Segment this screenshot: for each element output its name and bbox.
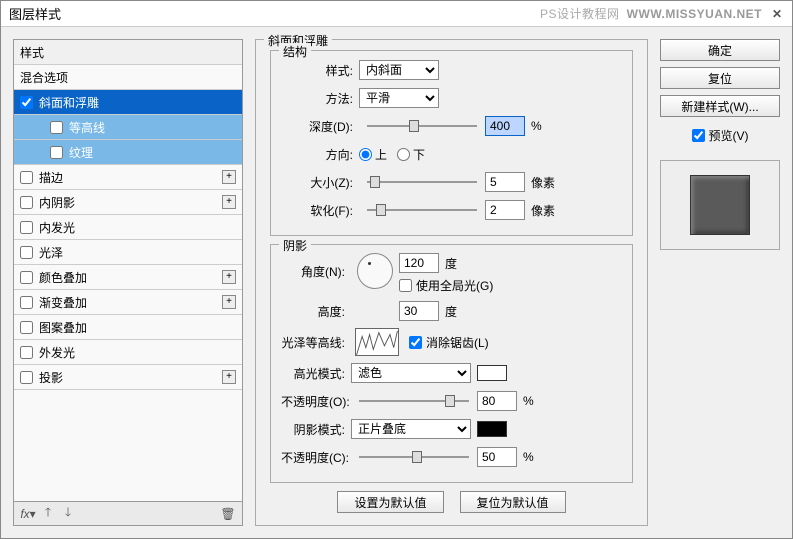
angle-dial[interactable] (357, 253, 393, 289)
row-outer-glow[interactable]: 外发光 (14, 340, 242, 365)
row-texture[interactable]: 纹理 (14, 140, 242, 165)
preview-swatch (690, 175, 750, 235)
check-outer-glow[interactable] (20, 346, 33, 359)
left-panel: 样式 混合选项 斜面和浮雕 等高线 纹理 (13, 39, 243, 526)
middle-panel: 斜面和浮雕 结构 样式: 内斜面 方法: 平滑 (255, 39, 648, 526)
bevel-fieldset: 斜面和浮雕 结构 样式: 内斜面 方法: 平滑 (255, 39, 648, 526)
watermark: PS设计教程网 WWW.MISSYUAN.NET (540, 5, 762, 22)
titlebar: 图层样式 PS设计教程网 WWW.MISSYUAN.NET ✕ (1, 1, 792, 27)
fx-menu-icon[interactable]: fx▾ (20, 506, 36, 522)
preview-box (660, 160, 780, 250)
highlight-mode-select[interactable]: 滤色 (351, 363, 471, 383)
altitude-label: 高度: (281, 303, 351, 320)
row-contour[interactable]: 等高线 (14, 115, 242, 140)
highlight-mode-label: 高光模式: (281, 365, 351, 382)
check-texture[interactable] (50, 146, 63, 159)
style-select[interactable]: 内斜面 (359, 60, 439, 80)
shading-group: 阴影 角度(N): 度 使用全局光(G) (270, 244, 633, 483)
highlight-opacity-input[interactable] (477, 391, 517, 411)
shading-legend: 阴影 (279, 237, 311, 254)
style-list: 样式 混合选项 斜面和浮雕 等高线 纹理 (13, 39, 243, 502)
row-stroke[interactable]: 描边 + (14, 165, 242, 190)
shadow-opacity-label: 不透明度(C): (281, 449, 351, 466)
move-up-icon[interactable]: 🡑 (40, 506, 56, 522)
gloss-contour-picker[interactable] (355, 328, 399, 356)
add-stroke-icon[interactable]: + (222, 170, 236, 184)
layer-style-dialog: 图层样式 PS设计教程网 WWW.MISSYUAN.NET ✕ 样式 混合选项 … (0, 0, 793, 539)
defaults-row: 设置为默认值 复位为默认值 (270, 491, 633, 513)
check-drop-shadow[interactable] (20, 371, 33, 384)
row-gradient-overlay[interactable]: 渐变叠加 + (14, 290, 242, 315)
size-slider[interactable] (367, 174, 477, 190)
window-title: 图层样式 (9, 4, 61, 23)
angle-input[interactable] (399, 253, 439, 273)
styles-header[interactable]: 样式 (14, 40, 242, 65)
structure-legend: 结构 (279, 43, 311, 60)
shadow-mode-label: 阴影模式: (281, 421, 351, 438)
highlight-opacity-label: 不透明度(O): (281, 393, 351, 410)
blend-options-row[interactable]: 混合选项 (14, 65, 242, 90)
shadow-opacity-slider[interactable] (359, 449, 469, 465)
style-list-footer: fx▾ 🡑 🡓 🗑 (13, 502, 243, 526)
shadow-mode-select[interactable]: 正片叠底 (351, 419, 471, 439)
dir-up-radio[interactable]: 上 (359, 146, 387, 163)
technique-select[interactable]: 平滑 (359, 88, 439, 108)
angle-label: 角度(N): (281, 253, 351, 280)
move-down-icon[interactable]: 🡓 (60, 506, 76, 522)
highlight-color-swatch[interactable] (477, 365, 507, 381)
check-satin[interactable] (20, 246, 33, 259)
close-icon[interactable]: ✕ (770, 7, 784, 21)
shadow-color-swatch[interactable] (477, 421, 507, 437)
global-light-check[interactable]: 使用全局光(G) (399, 277, 493, 294)
new-style-button[interactable]: 新建样式(W)... (660, 95, 780, 117)
ok-button[interactable]: 确定 (660, 39, 780, 61)
highlight-opacity-slider[interactable] (359, 393, 469, 409)
row-satin[interactable]: 光泽 (14, 240, 242, 265)
preview-checkbox[interactable]: 预览(V) (660, 127, 780, 144)
technique-label: 方法: (281, 90, 359, 107)
depth-input[interactable] (485, 116, 525, 136)
depth-slider[interactable] (367, 118, 477, 134)
size-label: 大小(Z): (281, 174, 359, 191)
gloss-contour-label: 光泽等高线: (281, 334, 351, 351)
reset-default-button[interactable]: 复位为默认值 (460, 491, 566, 513)
structure-group: 结构 样式: 内斜面 方法: 平滑 深度(D): (270, 50, 633, 236)
check-contour[interactable] (50, 121, 63, 134)
soften-slider[interactable] (367, 202, 477, 218)
antialias-check[interactable]: 消除锯齿(L) (409, 334, 489, 351)
depth-label: 深度(D): (281, 118, 359, 135)
check-stroke[interactable] (20, 171, 33, 184)
check-inner-glow[interactable] (20, 221, 33, 234)
row-color-overlay[interactable]: 颜色叠加 + (14, 265, 242, 290)
row-inner-glow[interactable]: 内发光 (14, 215, 242, 240)
check-gradient-overlay[interactable] (20, 296, 33, 309)
right-panel: 确定 复位 新建样式(W)... 预览(V) (660, 39, 780, 526)
soften-input[interactable] (485, 200, 525, 220)
row-pattern-overlay[interactable]: 图案叠加 (14, 315, 242, 340)
add-color-overlay-icon[interactable]: + (222, 270, 236, 284)
style-label: 样式: (281, 62, 359, 79)
row-drop-shadow[interactable]: 投影 + (14, 365, 242, 390)
row-inner-shadow[interactable]: 内阴影 + (14, 190, 242, 215)
add-inner-shadow-icon[interactable]: + (222, 195, 236, 209)
check-pattern-overlay[interactable] (20, 321, 33, 334)
trash-icon[interactable]: 🗑 (220, 506, 236, 522)
set-default-button[interactable]: 设置为默认值 (337, 491, 443, 513)
dir-down-radio[interactable]: 下 (397, 146, 425, 163)
shadow-opacity-input[interactable] (477, 447, 517, 467)
check-inner-shadow[interactable] (20, 196, 33, 209)
size-input[interactable] (485, 172, 525, 192)
check-color-overlay[interactable] (20, 271, 33, 284)
altitude-input[interactable] (399, 301, 439, 321)
add-drop-shadow-icon[interactable]: + (222, 370, 236, 384)
cancel-button[interactable]: 复位 (660, 67, 780, 89)
row-bevel[interactable]: 斜面和浮雕 (14, 90, 242, 115)
direction-label: 方向: (281, 146, 359, 163)
add-gradient-overlay-icon[interactable]: + (222, 295, 236, 309)
check-bevel[interactable] (20, 96, 33, 109)
content: 样式 混合选项 斜面和浮雕 等高线 纹理 (1, 27, 792, 538)
soften-label: 软化(F): (281, 202, 359, 219)
